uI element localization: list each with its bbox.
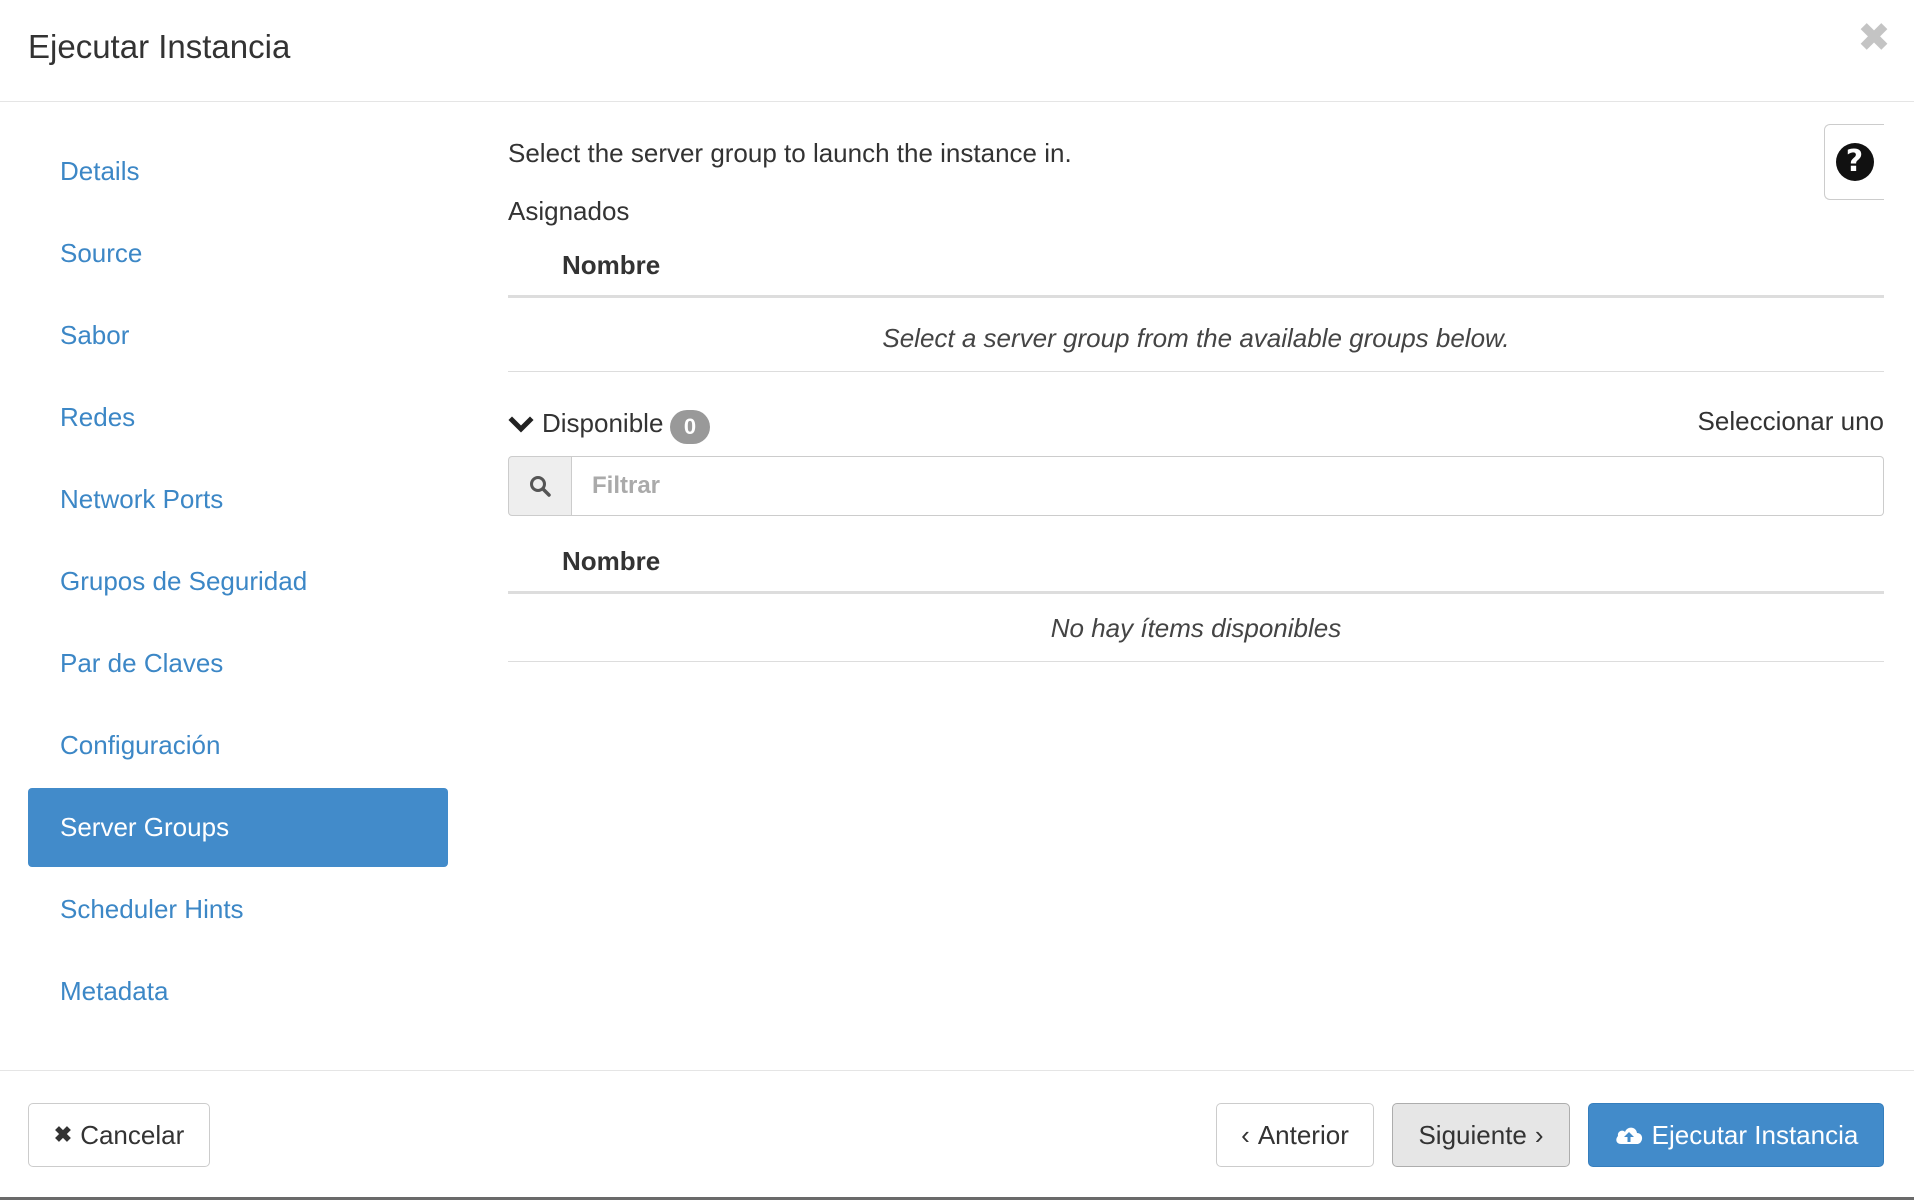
cloud-upload-icon bbox=[1615, 1127, 1642, 1144]
allocated-label: Asignados bbox=[508, 196, 630, 226]
available-empty-message: No hay ítems disponibles bbox=[508, 594, 1884, 662]
search-icon bbox=[508, 456, 572, 516]
nav-item-scheduler-hints[interactable]: Scheduler Hints bbox=[28, 870, 448, 949]
nav-item-metadata[interactable]: Metadata bbox=[28, 952, 448, 1031]
nav-item-security-groups[interactable]: Grupos de Seguridad bbox=[28, 542, 448, 621]
available-label[interactable]: Disponible bbox=[542, 408, 663, 439]
step-description: Select the server group to launch the in… bbox=[508, 138, 1072, 168]
nav-item-flavor[interactable]: Sabor bbox=[28, 296, 448, 375]
previous-label: Anterior bbox=[1257, 1119, 1349, 1150]
nav-item-source[interactable]: Source bbox=[28, 214, 448, 293]
nav-item-networks[interactable]: Redes bbox=[28, 378, 448, 457]
available-name-column[interactable]: Nombre bbox=[562, 546, 660, 577]
chevron-right-icon: › bbox=[1534, 1119, 1544, 1150]
previous-button[interactable]: ‹ Anterior bbox=[1216, 1103, 1374, 1167]
modal-header: Ejecutar Instancia ✖ bbox=[0, 0, 1914, 102]
modal-footer: ✖ Cancelar ‹ Anterior Siguiente › Ejecut… bbox=[0, 1070, 1914, 1197]
close-icon: ✖ bbox=[53, 1122, 73, 1147]
nav-item-details[interactable]: Details bbox=[28, 132, 448, 211]
nav-item-key-pair[interactable]: Par de Claves bbox=[28, 624, 448, 703]
chevron-left-icon: ‹ bbox=[1241, 1119, 1250, 1150]
nav-item-network-ports[interactable]: Network Ports bbox=[28, 460, 448, 539]
launch-instance-modal: Ejecutar Instancia ✖ Details Source Sabo… bbox=[0, 0, 1914, 1200]
cancel-button[interactable]: ✖ Cancelar bbox=[28, 1103, 210, 1167]
select-one-hint: Seleccionar uno bbox=[1697, 406, 1884, 436]
nav-item-configuration[interactable]: Configuración bbox=[28, 706, 448, 785]
close-icon[interactable]: ✖ bbox=[1854, 18, 1894, 58]
launch-instance-button[interactable]: Ejecutar Instancia bbox=[1588, 1103, 1884, 1167]
nav-item-server-groups[interactable]: Server Groups bbox=[28, 788, 448, 867]
next-label: Siguiente bbox=[1418, 1119, 1527, 1150]
available-table-header: Nombre bbox=[508, 534, 1884, 594]
modal-title: Ejecutar Instancia bbox=[28, 28, 291, 65]
filter-group bbox=[508, 456, 1884, 516]
launch-instance-label: Ejecutar Instancia bbox=[1651, 1119, 1859, 1150]
allocated-name-column[interactable]: Nombre bbox=[562, 250, 660, 281]
filter-input[interactable] bbox=[572, 456, 1884, 516]
available-count-badge: 0 bbox=[670, 410, 710, 444]
allocated-empty-message: Select a server group from the available… bbox=[508, 304, 1884, 372]
wizard-nav: Details Source Sabor Redes Network Ports… bbox=[28, 132, 448, 1034]
next-button[interactable]: Siguiente › bbox=[1392, 1103, 1570, 1167]
question-circle-icon: ? bbox=[1835, 143, 1874, 181]
cancel-label: Cancelar bbox=[80, 1119, 185, 1150]
help-button[interactable]: ? bbox=[1824, 124, 1884, 200]
available-section-header: Disponible 0 Seleccionar uno bbox=[508, 406, 1884, 446]
allocated-table-header: Nombre bbox=[508, 238, 1884, 298]
chevron-down-icon[interactable] bbox=[508, 412, 534, 438]
